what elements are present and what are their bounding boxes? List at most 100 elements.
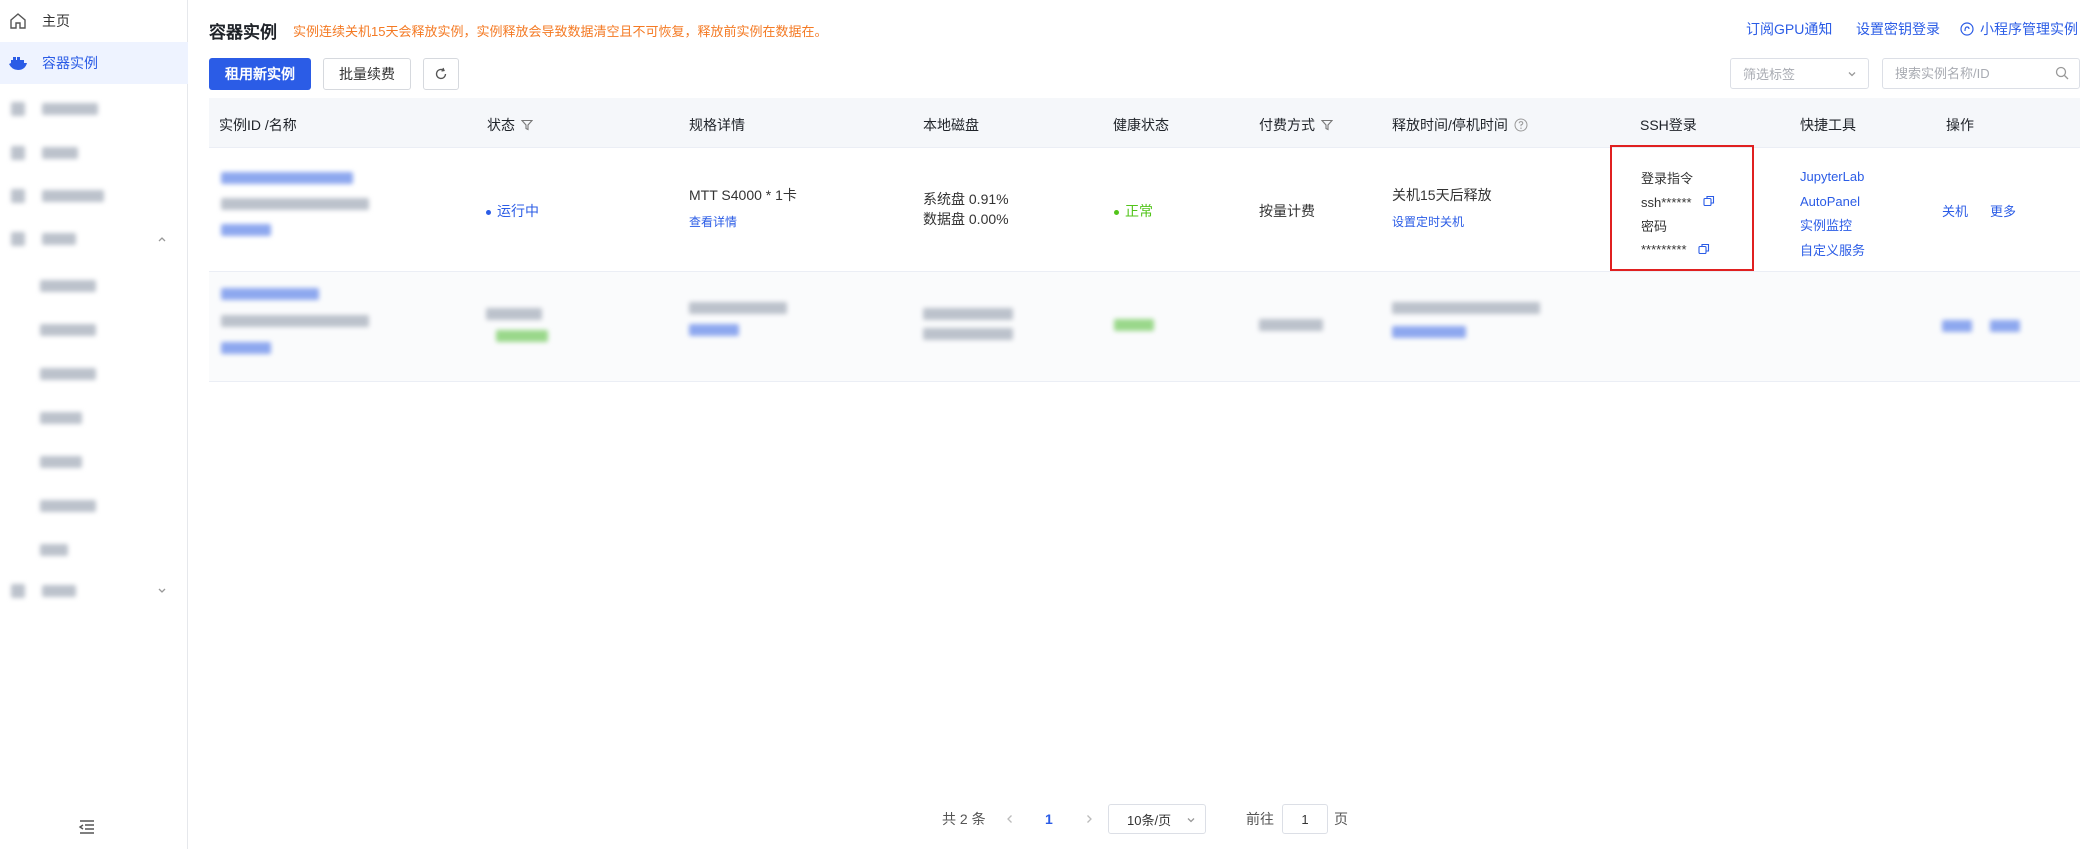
column-header-ssh: SSH登录 (1640, 117, 1697, 133)
autopanel-link[interactable]: AutoPanel (1800, 190, 1865, 215)
health-label: 正常 (1125, 203, 1153, 219)
column-header-actions: 操作 (1946, 117, 1974, 133)
page-title: 容器实例 (209, 23, 277, 42)
prev-page-icon[interactable] (1004, 804, 1016, 834)
spec-text: MTT S4000 * 1卡 (689, 187, 797, 203)
search-icon[interactable] (2055, 66, 2069, 83)
sidebar-item-home[interactable]: 主页 (0, 0, 188, 42)
health-dot (1114, 209, 1119, 215)
miniprogram-label: 小程序管理实例 (1980, 21, 2078, 37)
disk-redacted (923, 308, 1013, 340)
column-header-label: 释放时间/停机时间 (1392, 117, 1508, 133)
redacted-icon (8, 143, 28, 163)
schedule-shutdown-link[interactable]: 设置定时关机 (1392, 213, 1492, 230)
actions-redacted[interactable] (1942, 319, 2020, 335)
status-running: 运行中 (486, 201, 539, 221)
chevron-down-icon (1185, 814, 1197, 829)
collapse-sidebar-icon[interactable] (78, 818, 96, 836)
pagination-total: 共 2 条 (942, 811, 986, 827)
view-details-link[interactable]: 查看详情 (689, 213, 797, 230)
column-header-instance-id: 实例ID /名称 (219, 117, 297, 133)
sidebar-subitem-redacted[interactable] (40, 364, 96, 384)
column-header-status[interactable]: 状态 (487, 115, 533, 135)
release-text: 关机15天后释放 (1392, 187, 1492, 203)
miniprogram-icon (1960, 22, 1974, 36)
filter-icon[interactable] (521, 119, 533, 131)
tag-filter-placeholder: 筛选标签 (1743, 67, 1796, 82)
chevron-down-icon (1846, 68, 1858, 83)
shutdown-link[interactable]: 关机 (1942, 201, 1968, 220)
chevron-down-icon (156, 584, 168, 600)
instance-id-redacted[interactable] (221, 172, 369, 236)
sidebar-item-label: 主页 (42, 13, 70, 29)
status-label: 运行中 (497, 203, 539, 219)
release-cell: 关机15天后释放 设置定时关机 (1392, 185, 1492, 230)
table-row: 运行中 MTT S4000 * 1卡 查看详情 系统盘 0.91% 数据盘 0.… (209, 148, 2080, 272)
rent-new-instance-button[interactable]: 租用新实例 (209, 58, 311, 90)
sidebar-item-redacted[interactable] (0, 132, 188, 174)
chevron-up-icon (156, 232, 168, 248)
page-size-value: 10条/页 (1127, 812, 1172, 828)
sidebar-subitem-redacted[interactable] (40, 496, 96, 516)
column-header-health: 健康状态 (1113, 117, 1169, 133)
instance-id-redacted[interactable] (221, 288, 369, 354)
more-actions-link[interactable]: 更多 (1990, 201, 2016, 220)
system-disk-usage: 系统盘 0.91% (923, 191, 1009, 207)
table-row (209, 272, 2080, 382)
sidebar-item-redacted[interactable] (0, 175, 188, 217)
column-header-release-time: 释放时间/停机时间 (1392, 115, 1528, 135)
batch-renew-button[interactable]: 批量续费 (323, 58, 411, 90)
billing-type: 按量计费 (1259, 203, 1315, 219)
jupyterlab-link[interactable]: JupyterLab (1800, 165, 1865, 190)
column-header-tools: 快捷工具 (1800, 117, 1856, 133)
refresh-button[interactable] (423, 58, 459, 90)
sidebar-item-label: 容器实例 (42, 55, 98, 71)
sidebar-subitem-redacted[interactable] (40, 540, 68, 560)
disk-cell: 系统盘 0.91% 数据盘 0.00% (923, 189, 1009, 229)
sidebar-subitem-redacted[interactable] (40, 408, 82, 428)
instance-search-input[interactable] (1882, 58, 2080, 89)
next-page-icon[interactable] (1083, 804, 1095, 834)
sidebar-subitem-redacted[interactable] (40, 452, 82, 472)
spec-cell: MTT S4000 * 1卡 查看详情 (689, 185, 797, 230)
refresh-icon (434, 67, 448, 81)
column-header-label: 状态 (487, 117, 515, 133)
column-header-label: 付费方式 (1259, 117, 1315, 133)
filter-icon[interactable] (1321, 119, 1333, 131)
sidebar-item-container-instances[interactable]: 容器实例 (0, 42, 188, 84)
release-redacted (1392, 302, 1540, 338)
sidebar-item-redacted-group[interactable] (0, 570, 188, 612)
status-redacted (486, 308, 548, 342)
page-number-current[interactable]: 1 (1045, 804, 1053, 834)
goto-page-input[interactable] (1282, 804, 1328, 834)
status-dot (486, 209, 491, 215)
miniprogram-link[interactable]: 小程序管理实例 (1960, 19, 2078, 39)
redacted-icon (8, 229, 28, 249)
goto-label: 前往 (1246, 811, 1274, 827)
column-header-spec: 规格详情 (689, 117, 745, 133)
table-header: 实例ID /名称 状态 规格详情 本地磁盘 健康状态 付费方式 释放时间/停机时… (209, 98, 2080, 148)
health-redacted (1114, 319, 1154, 331)
billing-redacted (1259, 319, 1323, 331)
container-icon (8, 53, 28, 73)
instance-monitor-link[interactable]: 实例监控 (1800, 214, 1865, 239)
sidebar-subitem-redacted[interactable] (40, 276, 96, 296)
spec-redacted (689, 302, 787, 336)
column-header-disk: 本地磁盘 (923, 117, 979, 133)
tag-filter-select[interactable]: 筛选标签 (1730, 58, 1869, 89)
sidebar-item-redacted-group[interactable] (0, 218, 188, 260)
custom-service-link[interactable]: 自定义服务 (1800, 239, 1865, 264)
sidebar-subitem-redacted[interactable] (40, 320, 96, 340)
help-icon[interactable] (1514, 118, 1528, 132)
page-size-select[interactable]: 10条/页 (1108, 804, 1206, 834)
redacted-icon (8, 581, 28, 601)
sidebar: 主页 容器实例 (0, 0, 188, 849)
data-disk-usage: 数据盘 0.00% (923, 211, 1009, 227)
ssh-highlight-box (1610, 145, 1754, 271)
health-status: 正常 (1114, 201, 1153, 221)
ssh-key-login-link[interactable]: 设置密钥登录 (1856, 19, 1940, 39)
gpu-notify-link[interactable]: 订阅GPU通知 (1746, 19, 1832, 39)
home-icon (8, 11, 28, 31)
column-header-billing[interactable]: 付费方式 (1259, 115, 1333, 135)
sidebar-item-redacted[interactable] (0, 88, 188, 130)
